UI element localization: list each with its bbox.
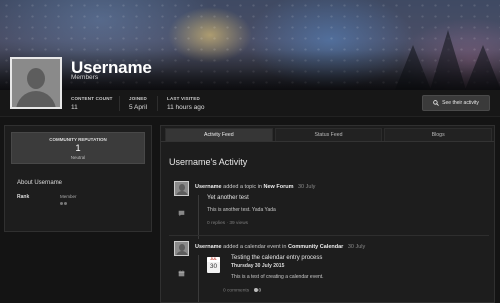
avatar-head [179,184,185,191]
stat-label: JOINED [129,96,147,101]
tab-status-feed[interactable]: Status Feed [274,128,383,141]
avatar-body [16,91,56,107]
reputation-value: 1 [75,143,81,154]
reputation-box: COMMUNITY REPUTATION 1 Neutral [11,132,145,164]
profile-tabs: Activity Feed Status Feed Blogs [161,126,494,142]
search-icon [433,100,440,106]
user-avatar[interactable] [174,181,189,196]
stat-label: CONTENT COUNT [71,96,113,101]
calendar-date-badge: JUL 30 [207,257,220,273]
stat-value: 11 hours ago [167,104,205,111]
activity-date: 30 July [347,244,366,250]
profile-avatar[interactable] [10,57,62,109]
rank-pip-icon [60,202,63,205]
activity-card: JUL 30 Testing the calendar entry proces… [198,255,324,302]
activity-panel: Activity Feed Status Feed Blogs Username… [160,125,495,303]
activity-subtitle: Thursday 30 July 2015 [231,263,285,269]
reputation-title: COMMUNITY REPUTATION [49,137,107,142]
rank-label: Rank [17,194,30,200]
reaction-count[interactable]: 0 [258,288,261,293]
activity-action: added a topic in [223,184,262,190]
profile-sidebar: COMMUNITY REPUTATION 1 Neutral About Use… [4,125,152,232]
activity-card: Yet another test This is another test. Y… [198,195,276,239]
activity-title-link[interactable]: Yet another test [207,195,276,201]
activity-headline: Username added a topic in New Forum 30 J… [195,184,315,190]
comment-icon [178,210,185,217]
reputation-status: Neutral [70,155,86,160]
avatar-body [176,191,188,195]
see-activity-button[interactable]: See their activity [422,95,490,111]
activity-body: This is another test. Yada Yada [207,207,276,213]
stat-joined: JOINED 5 April [119,96,147,111]
comment-count[interactable]: 0 comments [223,288,249,293]
rank-value: Member [60,194,77,199]
calendar-icon [178,270,185,277]
activity-user-link[interactable]: Username [195,184,222,190]
stat-last-visited: LAST VISITED 11 hours ago [157,96,204,111]
activity-action: added a calendar event in [223,244,287,250]
user-avatar[interactable] [174,241,189,256]
activity-user-link[interactable]: Username [195,244,222,250]
about-title: About Username [17,180,63,186]
stat-value: 5 April [129,104,148,111]
avatar-head [179,244,185,251]
feed-divider [169,235,489,236]
activity-body: This is a test of creating a calendar ev… [231,274,324,280]
stat-content-count: CONTENT COUNT 11 [71,96,113,111]
activity-title-link[interactable]: Testing the calendar entry process [231,255,324,261]
tab-blogs[interactable]: Blogs [384,128,493,141]
rank-pip-icon [64,202,67,205]
activity-meta: 0 replies · 39 views [207,221,249,226]
activity-date: 30 July [298,184,316,190]
tab-activity-feed[interactable]: Activity Feed [165,128,273,141]
avatar-body [176,251,188,255]
activity-headline: Username added a calendar event in Commu… [195,244,365,250]
avatar-head [27,68,45,89]
see-activity-label: See their activity [442,100,479,106]
stat-label: LAST VISITED [167,96,200,101]
activity-title: Username's Activity [169,157,248,167]
profile-group: Members [71,74,99,81]
activity-target-link[interactable]: Community Calendar [288,244,343,250]
rank-pips [60,202,67,205]
activity-meta: 0 comments 0 [223,288,324,293]
activity-target-link[interactable]: New Forum [264,184,294,190]
calendar-day: 30 [209,263,218,270]
stat-value: 11 [71,104,78,111]
